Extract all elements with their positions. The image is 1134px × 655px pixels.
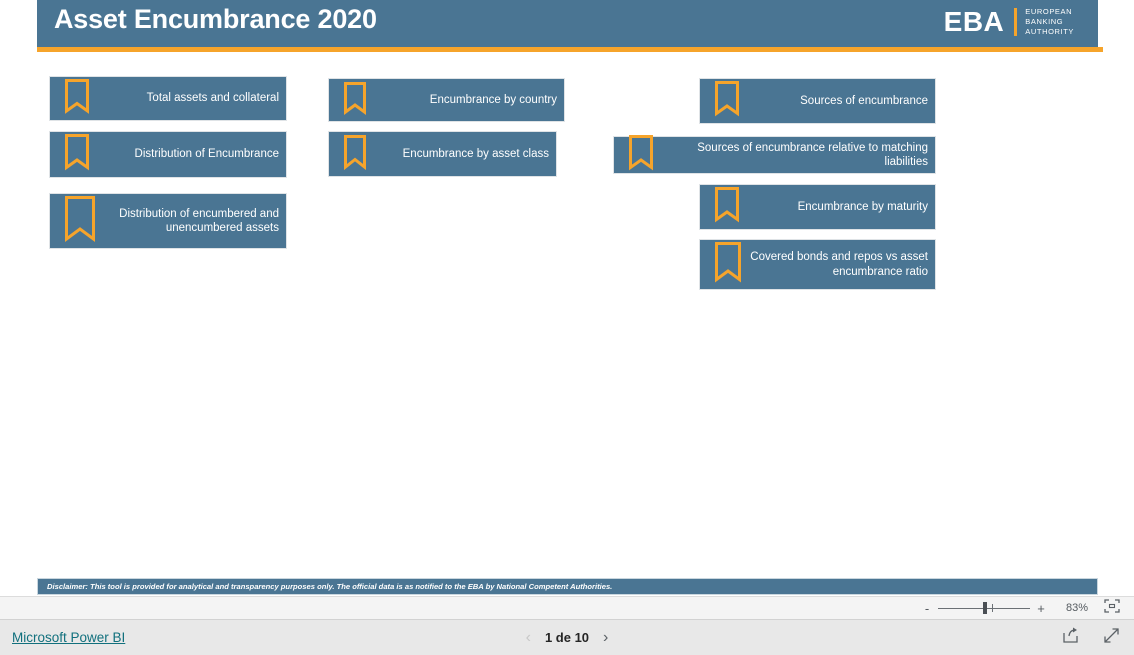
zoom-out-button[interactable]: - [920,602,934,615]
powerbi-report-viewer: Asset Encumbrance 2020 EBA EUROPEAN BANK… [0,0,1134,655]
share-icon[interactable] [1062,627,1079,649]
bookmark-label: Distribution of encumbered and unencumbe… [119,207,279,234]
bookmark-button-encumbrance-by-asset-class[interactable]: Encumbrance by asset class [328,131,557,177]
next-page-button[interactable]: › [603,629,608,646]
disclaimer-text: Disclaimer: This tool is provided for an… [47,582,613,591]
footer-actions [1062,627,1120,649]
page-navigation: ‹ 1 de 10 › [0,629,1134,646]
bookmark-button-encumbrance-by-country[interactable]: Encumbrance by country [328,78,565,122]
bookmark-label: Sources of encumbrance [800,94,928,107]
bookmark-label: Encumbrance by country [429,93,557,106]
bookmark-button-sources-of-encumbrance[interactable]: Sources of encumbrance [699,78,936,124]
zoom-slider[interactable] [938,601,1030,615]
bookmark-button-distribution-of-encumbered-and-unencumbered-assets[interactable]: Distribution of encumbered and unencumbe… [49,193,287,249]
previous-page-button[interactable]: ‹ [526,629,531,646]
report-header-banner: Asset Encumbrance 2020 EBA EUROPEAN BANK… [37,0,1098,47]
bookmark-icon [628,134,654,176]
bookmark-label: Total assets and collateral [146,92,279,105]
bookmark-label: Encumbrance by asset class [402,147,549,160]
header-accent-rule [37,47,1103,52]
eba-logo-subtitle: EUROPEAN BANKING AUTHORITY [1025,7,1074,37]
page-indicator: 1 de 10 [544,630,590,645]
report-footer: Microsoft Power BI ‹ 1 de 10 › [0,620,1134,655]
page-title: Asset Encumbrance 2020 [54,4,377,34]
eba-logo-subtitle-line2: BANKING [1025,16,1064,26]
fullscreen-icon[interactable] [1103,627,1120,649]
bookmark-label: Encumbrance by maturity [797,200,928,213]
bookmark-label: Distribution of Encumbrance [134,148,279,161]
bookmark-icon [714,186,740,228]
zoom-slider-tick [992,604,993,612]
bookmark-icon [714,80,740,122]
bookmark-label: Covered bonds and repos vs asset encumbr… [750,251,928,278]
bookmark-button-distribution-of-encumbrance[interactable]: Distribution of Encumbrance [49,131,287,178]
disclaimer-bar: Disclaimer: This tool is provided for an… [37,578,1098,595]
bookmark-icon [343,134,367,175]
bookmark-button-encumbrance-by-maturity[interactable]: Encumbrance by maturity [699,184,936,230]
bookmark-icon [64,133,90,176]
zoom-slider-thumb[interactable] [983,602,987,614]
bookmark-icon [343,81,367,120]
bookmark-button-covered-bonds-and-repos-vs-asset-encumbrance-ratio[interactable]: Covered bonds and repos vs asset encumbr… [699,239,936,290]
bookmark-icon [64,195,96,248]
report-canvas: Asset Encumbrance 2020 EBA EUROPEAN BANK… [0,0,1134,596]
eba-logo-divider [1014,8,1018,36]
zoom-toolbar: - + 83% [0,596,1134,620]
eba-logo-wordmark: EBA [943,6,1005,37]
eba-logo-subtitle-line3: AUTHORITY [1025,27,1074,37]
bookmark-button-sources-of-encumbrance-relative-to-matching-liabilities[interactable]: Sources of encumbrance relative to match… [613,134,936,176]
bookmark-button-total-assets-and-collateral[interactable]: Total assets and collateral [49,76,287,121]
zoom-level-label: 83% [1065,602,1089,614]
eba-logo: EBA EUROPEAN BANKING AUTHORITY [944,5,1074,39]
bookmark-icon [714,241,742,288]
bookmark-label: Sources of encumbrance relative to match… [697,141,928,168]
eba-logo-subtitle-line1: EUROPEAN [1025,6,1073,16]
bookmark-icon [64,78,90,119]
zoom-in-button[interactable]: + [1034,602,1048,615]
fit-to-page-icon[interactable] [1104,598,1120,618]
